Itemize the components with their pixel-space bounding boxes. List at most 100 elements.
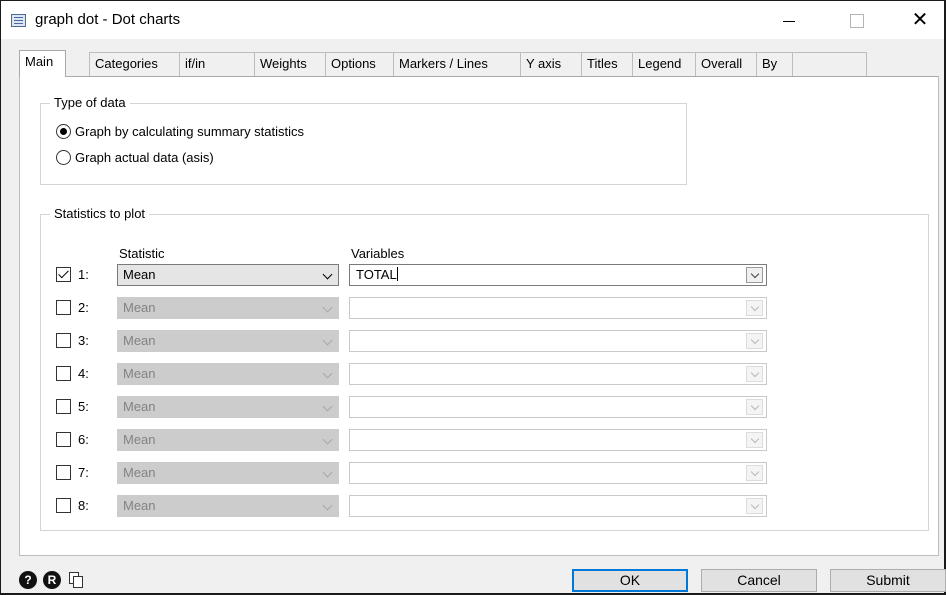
tab-overall[interactable]: Overall bbox=[695, 52, 757, 76]
stat-row-number: 3: bbox=[78, 333, 89, 348]
variables-input bbox=[349, 495, 767, 517]
statistic-select-value: Mean bbox=[123, 366, 156, 381]
chevron-down-icon bbox=[322, 335, 333, 346]
radio-summary-statistics-label: Graph by calculating summary statistics bbox=[75, 124, 305, 139]
variables-dropdown-button bbox=[746, 399, 763, 415]
stat-row-number: 4: bbox=[78, 366, 89, 381]
maximize-button[interactable] bbox=[837, 7, 877, 33]
tab-by[interactable]: By bbox=[756, 52, 793, 76]
chevron-down-icon bbox=[322, 467, 333, 478]
stat-row-number: 6: bbox=[78, 432, 89, 447]
tab-strip: Main Categories if/in Weights Options Ma… bbox=[19, 50, 867, 77]
tab-weights[interactable]: Weights bbox=[254, 52, 326, 76]
variables-dropdown-button bbox=[746, 432, 763, 448]
stat-row-number: 7: bbox=[78, 465, 89, 480]
tab-main[interactable]: Main bbox=[19, 50, 66, 77]
stat-row-1: 1: Mean TOTAL bbox=[56, 264, 796, 286]
statistic-select-value: Mean bbox=[123, 432, 156, 447]
dialog-app-icon bbox=[11, 14, 26, 27]
variables-input bbox=[349, 462, 767, 484]
chevron-down-icon bbox=[322, 401, 333, 412]
variables-dropdown-button bbox=[746, 333, 763, 349]
tab-markers-lines[interactable]: Markers / Lines bbox=[393, 52, 521, 76]
radio-summary-statistics[interactable]: Graph by calculating summary statistics bbox=[56, 123, 304, 141]
stat-row-number: 8: bbox=[78, 498, 89, 513]
variables-dropdown-button bbox=[746, 300, 763, 316]
variables-dropdown-button bbox=[746, 366, 763, 382]
statistic-select: Mean bbox=[117, 495, 339, 517]
stat-row-2: 2: Mean bbox=[56, 297, 796, 319]
minimize-button[interactable] bbox=[769, 7, 809, 33]
stat-row-number: 2: bbox=[78, 300, 89, 315]
stat-row-number: 5: bbox=[78, 399, 89, 414]
statistic-select: Mean bbox=[117, 363, 339, 385]
stat-row-8-checkbox[interactable] bbox=[56, 498, 71, 513]
title-bar[interactable]: graph dot - Dot charts ✕ bbox=[1, 1, 944, 39]
type-of-data-group: Type of data Graph by calculating summar… bbox=[40, 95, 687, 185]
statistic-select: Mean bbox=[117, 462, 339, 484]
radio-button-selected[interactable] bbox=[56, 124, 71, 139]
submit-button[interactable]: Submit bbox=[830, 569, 946, 592]
variables-column-header: Variables bbox=[351, 246, 405, 261]
statistics-to-plot-label: Statistics to plot bbox=[50, 206, 150, 222]
chevron-down-icon bbox=[322, 434, 333, 445]
cancel-button[interactable]: Cancel bbox=[701, 569, 817, 592]
statistic-select: Mean bbox=[117, 330, 339, 352]
variables-dropdown-button[interactable] bbox=[746, 267, 763, 283]
tab-if-in[interactable]: if/in bbox=[179, 52, 255, 76]
radio-button[interactable] bbox=[56, 150, 71, 165]
main-tab-panel: Type of data Graph by calculating summar… bbox=[19, 76, 939, 556]
stat-row-4-checkbox[interactable] bbox=[56, 366, 71, 381]
radio-actual-data-label: Graph actual data (asis) bbox=[75, 150, 214, 165]
statistic-select: Mean bbox=[117, 429, 339, 451]
tab-legend[interactable]: Legend bbox=[632, 52, 696, 76]
stat-row-6-checkbox[interactable] bbox=[56, 432, 71, 447]
chevron-down-icon bbox=[322, 269, 333, 280]
statistic-select-value: Mean bbox=[123, 498, 156, 513]
stat-row-8: 8: Mean bbox=[56, 495, 796, 517]
stat-row-number: 1: bbox=[78, 267, 89, 282]
stat-row-1-checkbox[interactable] bbox=[56, 267, 71, 282]
chevron-down-icon bbox=[322, 368, 333, 379]
close-button[interactable]: ✕ bbox=[905, 7, 935, 33]
reset-icon[interactable]: R bbox=[43, 571, 61, 589]
variables-input bbox=[349, 363, 767, 385]
statistic-column-header: Statistic bbox=[119, 246, 165, 261]
radio-actual-data[interactable]: Graph actual data (asis) bbox=[56, 149, 214, 167]
statistics-to-plot-group: Statistics to plot Statistic Variables 1… bbox=[40, 206, 929, 531]
stat-row-4: 4: Mean bbox=[56, 363, 796, 385]
window-title: graph dot - Dot charts bbox=[35, 11, 181, 28]
type-of-data-label: Type of data bbox=[50, 95, 130, 111]
variables-dropdown-button bbox=[746, 465, 763, 481]
variables-input bbox=[349, 297, 767, 319]
stat-row-3: 3: Mean bbox=[56, 330, 796, 352]
stat-row-5: 5: Mean bbox=[56, 396, 796, 418]
variables-input[interactable]: TOTAL bbox=[349, 264, 767, 286]
variables-dropdown-button bbox=[746, 498, 763, 514]
tab-titles[interactable]: Titles bbox=[581, 52, 633, 76]
chevron-down-icon bbox=[322, 302, 333, 313]
tab-categories[interactable]: Categories bbox=[89, 52, 180, 76]
statistic-select: Mean bbox=[117, 396, 339, 418]
stat-row-6: 6: Mean bbox=[56, 429, 796, 451]
help-icon[interactable]: ? bbox=[19, 571, 37, 589]
dialog-window: graph dot - Dot charts ✕ Main Categories… bbox=[0, 0, 946, 595]
statistic-select-value: Mean bbox=[123, 399, 156, 414]
stat-row-7: 7: Mean bbox=[56, 462, 796, 484]
stat-row-3-checkbox[interactable] bbox=[56, 333, 71, 348]
tab-options[interactable]: Options bbox=[325, 52, 394, 76]
tab-strip-filler bbox=[792, 52, 867, 76]
ok-button[interactable]: OK bbox=[572, 569, 688, 592]
statistic-select-value: Mean bbox=[123, 465, 156, 480]
stat-row-7-checkbox[interactable] bbox=[56, 465, 71, 480]
statistic-select-value: Mean bbox=[123, 333, 156, 348]
text-cursor bbox=[396, 267, 398, 281]
copy-command-icon[interactable] bbox=[69, 572, 83, 588]
tab-y-axis[interactable]: Y axis bbox=[520, 52, 582, 76]
statistic-select-value: Mean bbox=[123, 267, 156, 282]
variables-input-value: TOTAL bbox=[356, 267, 397, 282]
statistic-select[interactable]: Mean bbox=[117, 264, 339, 286]
stat-row-2-checkbox[interactable] bbox=[56, 300, 71, 315]
stat-row-5-checkbox[interactable] bbox=[56, 399, 71, 414]
statistic-select: Mean bbox=[117, 297, 339, 319]
